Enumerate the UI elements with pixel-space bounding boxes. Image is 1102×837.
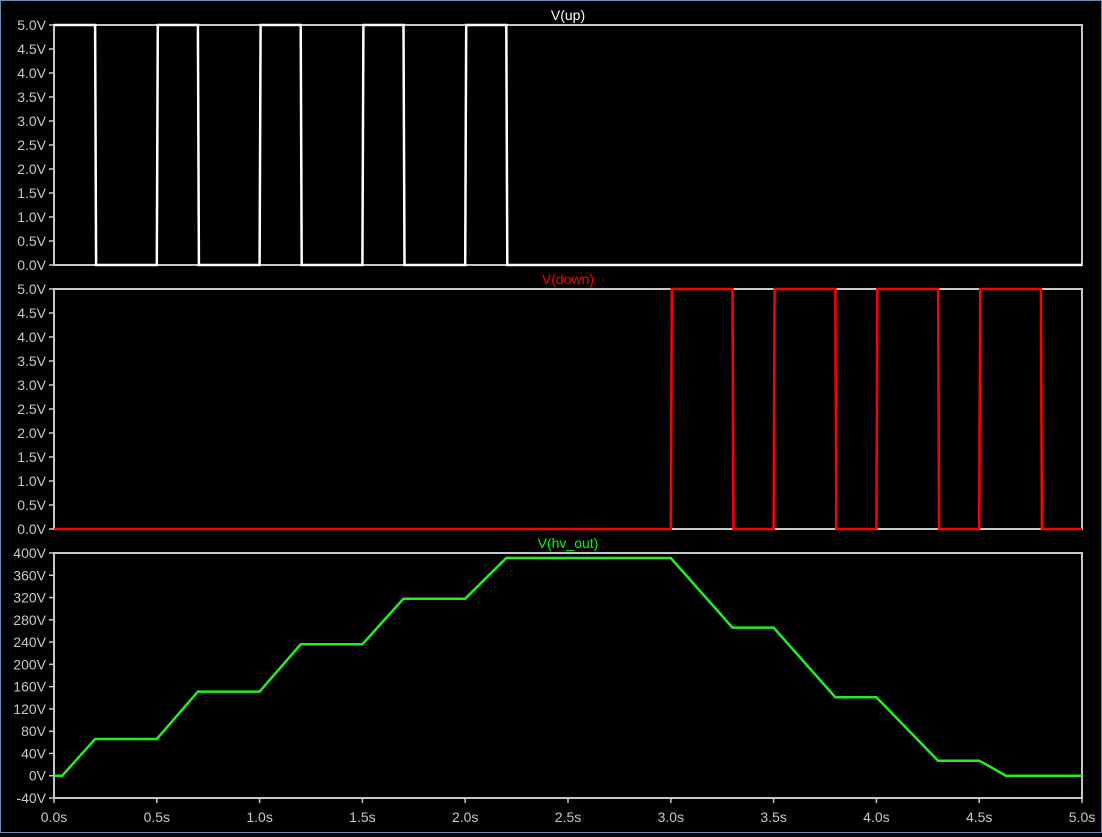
- y-tick-label-hv-out: 400V: [13, 545, 46, 561]
- waveform-plots: V(up) 0.0V 0.5V 1.0V 1.5V 2.0V 2.5V 3.0V 3.5V 4.0…: [1, 1, 1101, 832]
- y-tick-label-up: 0.5V: [17, 233, 46, 249]
- series-line-up: [54, 25, 1082, 265]
- y-tick-label-up: 4.0V: [17, 65, 46, 81]
- y-tick-label-hv-out: 0V: [29, 768, 47, 784]
- y-tick-label-up: 2.0V: [17, 161, 46, 177]
- y-tick-label-down: 0.0V: [17, 521, 46, 537]
- x-tick-label: 2.5s: [555, 809, 581, 825]
- y-tick-label-up: 2.5V: [17, 137, 46, 153]
- x-tick-label: 4.5s: [966, 809, 992, 825]
- plot-title-down: V(down): [542, 271, 594, 287]
- x-tick-label: 3.0s: [658, 809, 684, 825]
- series-line-hv-out: [54, 558, 1082, 776]
- y-tick-label-down: 3.5V: [17, 353, 46, 369]
- y-tick-label-down: 0.5V: [17, 497, 46, 513]
- y-tick-label-up: 3.0V: [17, 113, 46, 129]
- x-tick-label: 5.0s: [1069, 809, 1095, 825]
- y-tick-label-hv-out: 120V: [13, 701, 46, 717]
- y-tick-label-down: 5.0V: [17, 281, 46, 297]
- series-line-down: [54, 289, 1082, 529]
- y-tick-label-down: 2.0V: [17, 425, 46, 441]
- y-tick-label-down: 4.0V: [17, 329, 46, 345]
- plot-title-hv-out: V(hv_out): [538, 535, 599, 551]
- x-tick-label: 0.0s: [41, 809, 67, 825]
- plot-frame-down: [54, 289, 1082, 529]
- x-tick-label: 0.5s: [144, 809, 170, 825]
- y-tick-label-hv-out: 200V: [13, 656, 46, 672]
- y-tick-label-up: 1.5V: [17, 185, 46, 201]
- y-tick-label-hv-out: 320V: [13, 590, 46, 606]
- y-tick-label-up: 1.0V: [17, 209, 46, 225]
- y-tick-label-hv-out: 360V: [13, 567, 46, 583]
- y-tick-label-down: 2.5V: [17, 401, 46, 417]
- y-tick-label-hv-out: 280V: [13, 612, 46, 628]
- y-tick-label-hv-out: 160V: [13, 679, 46, 695]
- plot-frame-hv-out: [54, 553, 1082, 798]
- x-tick-label: 1.0s: [246, 809, 272, 825]
- y-tick-label-up: 3.5V: [17, 89, 46, 105]
- y-tick-label-hv-out: -40V: [16, 790, 46, 806]
- y-tick-label-up: 4.5V: [17, 41, 46, 57]
- plot-title-up: V(up): [551, 7, 585, 23]
- y-tick-label-down: 1.5V: [17, 449, 46, 465]
- y-tick-label-hv-out: 40V: [21, 745, 47, 761]
- x-tick-label: 1.5s: [349, 809, 375, 825]
- plot-frame-up: [54, 25, 1082, 265]
- x-tick-label: 2.0s: [452, 809, 478, 825]
- y-tick-label-hv-out: 240V: [13, 634, 46, 650]
- waveform-viewer: V(up) 0.0V 0.5V 1.0V 1.5V 2.0V 2.5V 3.0V 3.5V 4.0…: [0, 0, 1102, 833]
- y-tick-label-hv-out: 80V: [21, 723, 47, 739]
- y-tick-label-down: 3.0V: [17, 377, 46, 393]
- y-tick-label-up: 5.0V: [17, 17, 46, 33]
- y-tick-label-down: 4.5V: [17, 305, 46, 321]
- y-tick-label-down: 1.0V: [17, 473, 46, 489]
- y-tick-label-up: 0.0V: [17, 257, 46, 273]
- x-tick-label: 3.5s: [760, 809, 786, 825]
- x-tick-label: 4.0s: [863, 809, 889, 825]
